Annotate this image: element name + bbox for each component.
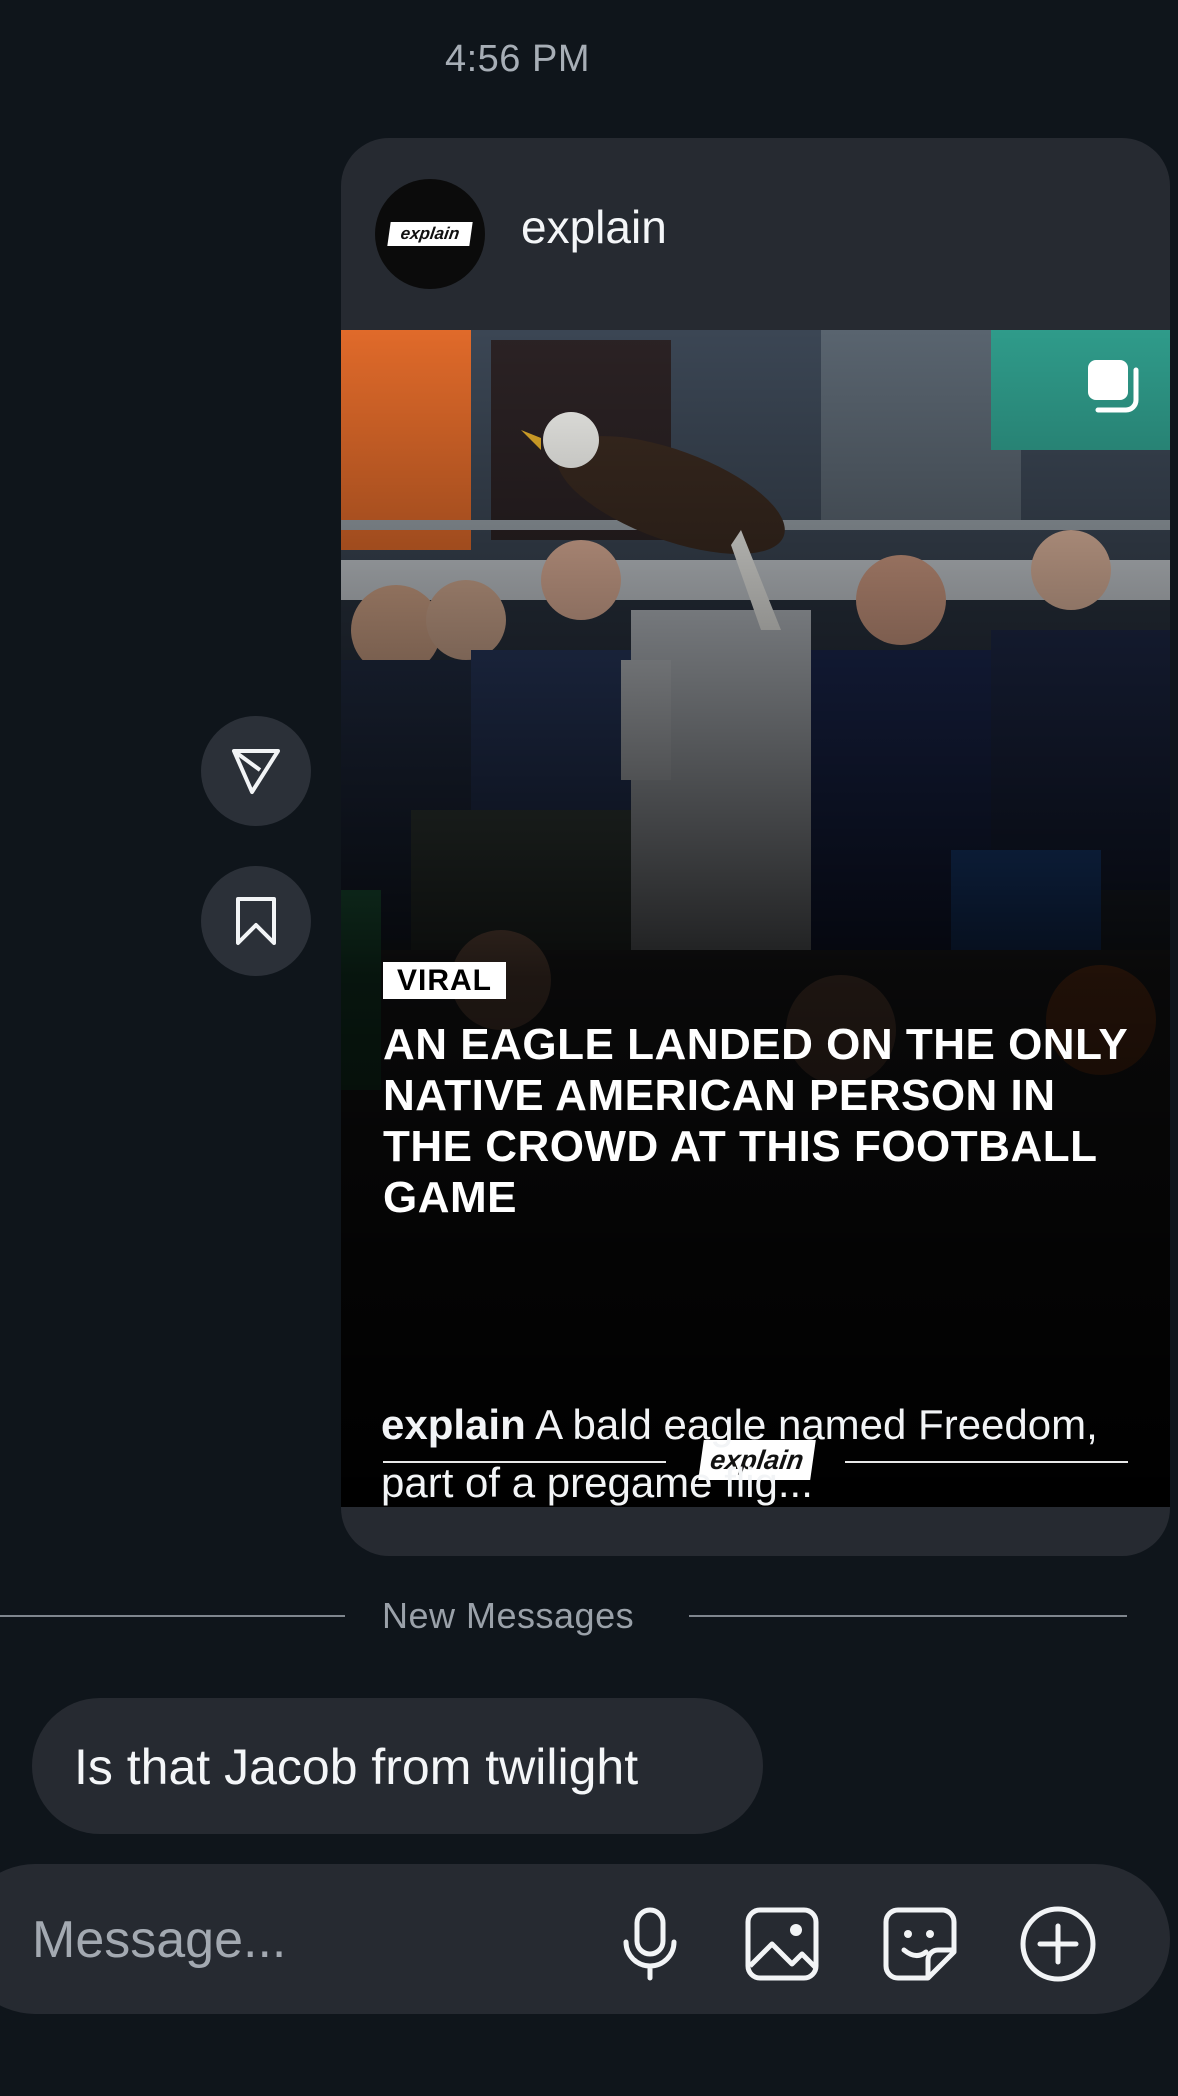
category-tag: VIRAL — [383, 962, 506, 999]
microphone-icon[interactable] — [610, 1904, 690, 1984]
save-post-button[interactable] — [201, 866, 311, 976]
send-icon — [232, 749, 280, 794]
post-caption[interactable]: explain A bald eagle named Freedom, part… — [381, 1396, 1151, 1512]
divider-line — [0, 1615, 345, 1617]
message-composer: Message... — [0, 1864, 1170, 2014]
shared-post-card[interactable]: explain explain VIRAL AN EAGLE LANDED ON… — [341, 138, 1170, 1556]
message-input[interactable]: Message... — [32, 1910, 286, 1970]
message-bubble[interactable]: Is that Jacob from twilight — [32, 1698, 763, 1834]
photo-icon[interactable] — [742, 1904, 822, 1984]
post-header[interactable]: explain explain — [341, 138, 1170, 330]
post-headline: AN EAGLE LANDED ON THE ONLY NATIVE AMERI… — [383, 1020, 1128, 1222]
bookmark-icon — [236, 897, 276, 945]
divider-line — [689, 1615, 1127, 1617]
new-messages-label: New Messages — [382, 1595, 635, 1636]
multiple-images-icon — [1088, 360, 1139, 413]
avatar-logo: explain — [387, 222, 473, 246]
post-image[interactable]: VIRAL AN EAGLE LANDED ON THE ONLY NATIVE… — [341, 330, 1170, 1507]
share-post-button[interactable] — [201, 716, 311, 826]
sticker-icon[interactable] — [880, 1904, 960, 1984]
new-messages-divider: New Messages — [0, 1595, 1130, 1636]
message-text: Is that Jacob from twilight — [74, 1739, 639, 1795]
message-timestamp: 4:56 PM — [444, 38, 591, 80]
author-avatar[interactable]: explain — [375, 179, 485, 289]
stadium-crowd-photo — [341, 330, 1170, 1507]
add-icon[interactable] — [1018, 1904, 1098, 1984]
post-overlay-text: VIRAL AN EAGLE LANDED ON THE ONLY NATIVE… — [383, 962, 1143, 1223]
post-author[interactable]: explain — [521, 200, 667, 254]
caption-author: explain — [381, 1401, 526, 1448]
